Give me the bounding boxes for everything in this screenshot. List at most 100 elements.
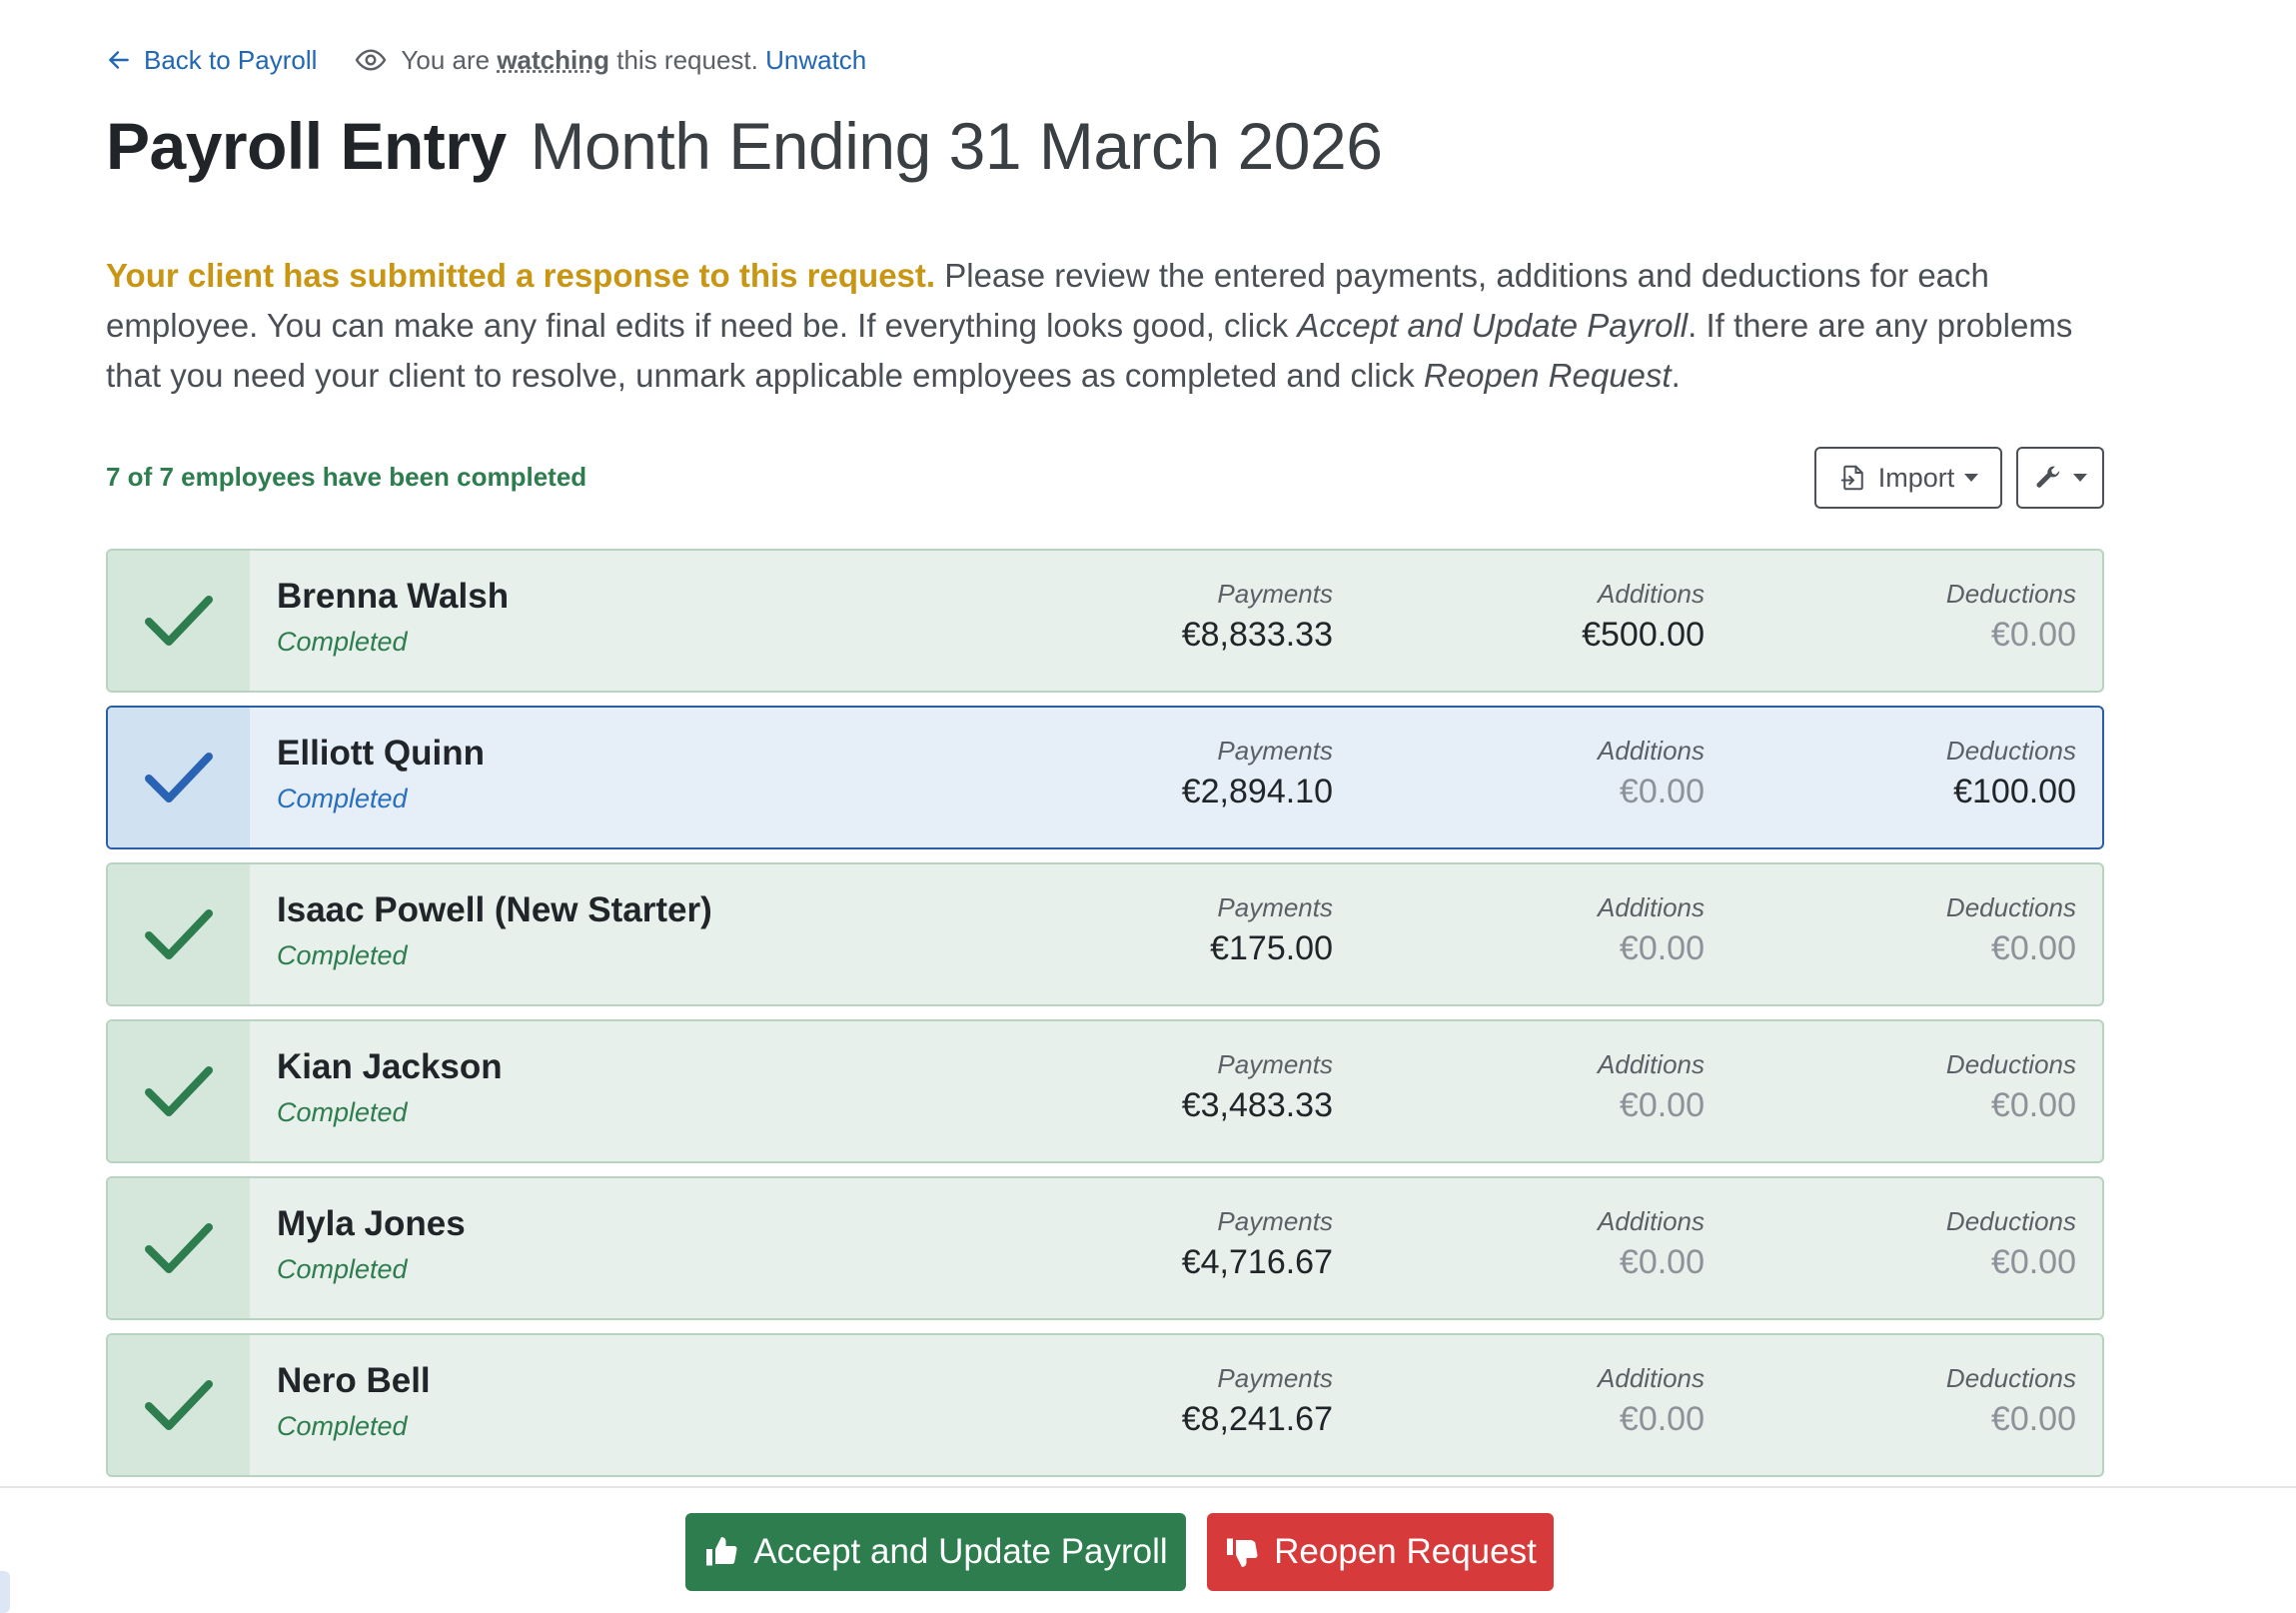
employee-status: Completed [277,784,408,813]
employee-row[interactable]: Kian Jackson Completed Payments €3,483.33 Ad… [106,1019,2104,1163]
employee-info: Brenna Walsh Completed [277,577,509,658]
import-button[interactable]: Import [1814,447,2002,509]
employee-name[interactable]: Myla Jones [277,1204,466,1244]
deductions-column: Deductions €0.00 [1946,892,2076,968]
completed-toggle[interactable] [108,551,250,691]
deductions-label: Deductions [1945,579,2076,609]
deductions-column: Deductions €0.00 [1946,1049,2076,1125]
employee-row[interactable]: Myla Jones Completed Payments €4,716.67 Addi… [106,1176,2104,1320]
payments-label: Payments [1217,1363,1333,1393]
payments-column: Payments €4,716.67 [1182,1206,1333,1282]
tools-dropdown-button[interactable] [2016,447,2104,509]
payments-value: €4,716.67 [1181,1243,1333,1281]
deductions-value: €0.00 [1990,1400,2076,1438]
checkmark-icon [145,596,213,646]
watch-status: You are watching this request. Unwatch [355,44,866,76]
eye-icon [356,49,387,71]
additions-value: €0.00 [1619,1400,1705,1438]
unwatch-link[interactable]: Unwatch [765,45,866,75]
employee-row[interactable]: Nero Bell Completed Payments €8,241.67 Addit… [106,1333,2104,1477]
checkmark-icon [145,753,213,803]
top-nav: Back to Payroll You are watching this re… [106,40,866,80]
employee-row[interactable]: Isaac Powell (New Starter) Completed Payme… [106,862,2104,1006]
payments-column: Payments €2,894.10 [1182,736,1333,811]
deductions-value: €0.00 [1990,1243,2076,1281]
payments-column: Payments €8,241.67 [1182,1363,1333,1439]
payments-value: €2,894.10 [1181,773,1333,810]
additions-label: Additions [1598,892,1705,922]
employee-name[interactable]: Isaac Powell (New Starter) [277,890,712,930]
deductions-label: Deductions [1945,736,2076,766]
watch-prefix: You are [401,44,491,75]
deductions-value: €0.00 [1990,616,2076,654]
completed-toggle[interactable] [108,1021,250,1161]
additions-column: Additions €0.00 [1598,1206,1705,1282]
employee-name[interactable]: Kian Jackson [277,1047,503,1087]
additions-column: Additions €0.00 [1598,1049,1705,1125]
watching-term: watching [497,44,609,75]
employee-info: Elliott Quinn Completed [277,734,485,814]
payments-value: €8,833.33 [1181,616,1333,654]
employee-info: Isaac Powell (New Starter) Completed [277,890,712,971]
reopen-label: Reopen Request [1274,1532,1537,1571]
intro-sentence-3: . [1671,357,1681,394]
checkmark-icon [145,1223,213,1273]
deductions-column: Deductions €100.00 [1946,736,2076,811]
employee-list: Brenna Walsh Completed Payments €8,833.33 Ad… [106,549,2104,1490]
checkmark-icon [145,1380,213,1430]
completion-summary: 7 of 7 employees have been completed [106,462,587,492]
employee-name[interactable]: Elliott Quinn [277,734,485,774]
page-title: Payroll Entry Month Ending 31 March 2026 [106,108,1383,184]
response-alert: Your client has submitted a response to … [106,257,936,294]
reopen-request-button[interactable]: Reopen Request [1207,1513,1554,1591]
checkmark-icon [145,1066,213,1116]
file-import-icon [1840,465,1863,491]
completed-toggle[interactable] [108,708,250,847]
accept-and-update-payroll-button[interactable]: Accept and Update Payroll [685,1513,1186,1591]
page-title-period: Month Ending 31 March 2026 [530,109,1383,183]
import-label: Import [1877,462,1955,493]
payments-label: Payments [1217,736,1333,766]
deductions-value: €100.00 [1953,773,2076,810]
employee-status: Completed [277,627,408,657]
checkmark-icon [145,909,213,959]
payments-value: €175.00 [1210,929,1333,967]
accept-label: Accept and Update Payroll [753,1532,1168,1571]
payments-label: Payments [1217,579,1333,609]
employee-name[interactable]: Brenna Walsh [277,577,509,617]
employee-status: Completed [277,1254,408,1284]
employee-status: Completed [277,1097,408,1127]
employee-row[interactable]: Elliott Quinn Completed Payments €2,894.10 A… [106,706,2104,849]
employee-info: Kian Jackson Completed [277,1047,503,1128]
reopen-reference: Reopen Request [1423,357,1672,394]
thumbs-down-icon [1227,1538,1258,1567]
payments-label: Payments [1217,892,1333,922]
additions-value: €0.00 [1619,929,1705,967]
payments-value: €8,241.67 [1181,1400,1333,1438]
page-title-strong: Payroll Entry [106,109,507,183]
employee-row[interactable]: Brenna Walsh Completed Payments €8,833.33 Ad… [106,549,2104,693]
deductions-column: Deductions €0.00 [1946,1206,2076,1282]
footer-divider [0,1486,2296,1488]
employee-name[interactable]: Nero Bell [277,1361,431,1401]
additions-label: Additions [1598,579,1705,609]
deductions-label: Deductions [1945,1363,2076,1393]
completed-toggle[interactable] [108,1335,250,1475]
corner-tab [0,1571,10,1613]
deductions-value: €0.00 [1990,929,2076,967]
additions-column: Additions €0.00 [1598,1363,1705,1439]
completed-toggle[interactable] [108,1178,250,1318]
deductions-value: €0.00 [1990,1086,2076,1124]
additions-label: Additions [1598,1363,1705,1393]
payments-column: Payments €3,483.33 [1182,1049,1333,1125]
payments-label: Payments [1217,1206,1333,1236]
deductions-label: Deductions [1945,1049,2076,1079]
employee-info: Myla Jones Completed [277,1204,466,1285]
completed-toggle[interactable] [108,864,250,1004]
payments-column: Payments €8,833.33 [1182,579,1333,655]
back-to-payroll-link[interactable]: Back to Payroll [106,45,317,76]
employee-status: Completed [277,940,408,970]
arrow-left-icon [109,51,129,69]
employee-status: Completed [277,1411,408,1441]
employee-info: Nero Bell Completed [277,1361,431,1442]
